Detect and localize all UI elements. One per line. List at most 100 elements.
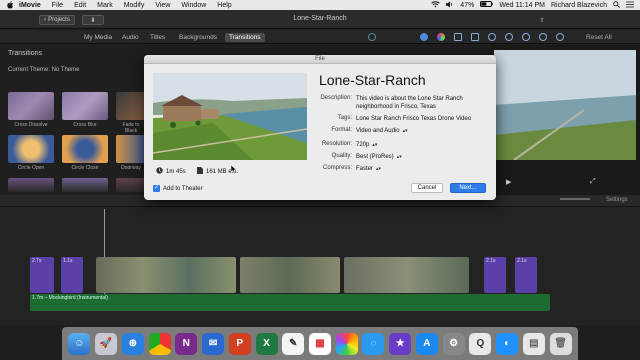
color-correction-icon[interactable] (437, 33, 445, 41)
speed-icon[interactable] (522, 33, 530, 41)
document-icon[interactable]: ▤ (522, 332, 545, 355)
transition-thumb[interactable] (116, 178, 146, 192)
tags-field[interactable]: Lone Star Ranch Frisco Texas Drone Video (356, 115, 494, 123)
noise-reduction-icon[interactable] (505, 33, 513, 41)
next-button[interactable]: Next... (450, 183, 486, 193)
launchpad-icon[interactable]: 🚀 (95, 332, 118, 355)
battery-icon[interactable] (480, 1, 494, 9)
format-select[interactable]: Video and Audio ▴▾ (356, 127, 494, 135)
info-icon[interactable] (556, 33, 564, 41)
transition-thumb[interactable] (62, 135, 108, 163)
photos-icon[interactable] (335, 332, 358, 355)
menu-help[interactable]: Help (217, 2, 231, 9)
resolution-select[interactable]: 720p ▴▾ (356, 141, 494, 149)
transition-thumb[interactable] (116, 92, 146, 120)
title-clip[interactable]: 2.1s (484, 257, 506, 293)
transition-thumb[interactable] (8, 178, 54, 192)
format-value: Video and Audio (356, 128, 400, 134)
messages-icon[interactable]: ◌ (362, 332, 385, 355)
viewer-frame (494, 50, 636, 160)
mouse-cursor-icon (231, 165, 237, 173)
audio-label: 1.7m – Mockingbird (Instrumental) (32, 295, 108, 301)
add-to-theater-checkbox[interactable]: ✓ Add to Theater (153, 185, 203, 192)
magic-wand-icon[interactable] (368, 33, 376, 41)
title-clip[interactable]: 2.1s (515, 257, 537, 293)
preview-image (153, 73, 307, 160)
share-file-dialog: File Lone-Star-Ranch Description: This v… (144, 55, 496, 200)
transition-thumb[interactable] (62, 92, 108, 120)
cancel-button[interactable]: Cancel (411, 183, 443, 193)
play-icon[interactable]: ▶ (506, 178, 511, 186)
volume-adjust-icon[interactable] (488, 33, 496, 41)
trash-icon[interactable]: 🗑 (549, 332, 572, 355)
quality-select[interactable]: Best (ProRes) ▴▾ (356, 153, 494, 161)
share-icon[interactable]: ⇪ (536, 15, 548, 25)
menu-modify[interactable]: Modify (124, 2, 145, 9)
finder-icon[interactable]: ☺ (68, 332, 91, 355)
onenote-icon[interactable]: N (175, 332, 198, 355)
video-clip[interactable] (240, 257, 340, 293)
safari-icon[interactable]: ⊕ (121, 332, 144, 355)
stabilization-icon[interactable] (471, 33, 479, 41)
fullscreen-icon[interactable]: ⤢ (590, 178, 596, 186)
filter-icon[interactable] (539, 33, 547, 41)
duration-text: 1m 45s (166, 168, 186, 175)
zoom-slider[interactable] (560, 198, 590, 200)
format-label: Format: (331, 127, 352, 133)
transition-thumb[interactable] (116, 135, 146, 163)
powerpoint-icon[interactable]: P (228, 332, 251, 355)
chevron-updown-icon: ▴▾ (376, 166, 382, 172)
clock[interactable]: Wed 11:14 PM (499, 2, 545, 9)
compress-select[interactable]: Faster ▴▾ (356, 165, 494, 173)
user-name[interactable]: Richard Blazevich (551, 2, 607, 9)
imovie-icon[interactable]: ★ (389, 332, 412, 355)
chevron-updown-icon: ▴▾ (402, 128, 408, 134)
menu-view[interactable]: View (155, 2, 170, 9)
transition-thumb[interactable] (8, 135, 54, 163)
settings-button[interactable]: Settings (606, 197, 628, 203)
title-clip[interactable]: 2.7s (30, 257, 54, 293)
resolution-label: Resolution: (321, 141, 352, 147)
tab-transitions[interactable]: Transitions (225, 33, 265, 42)
reset-all-button[interactable]: Reset All (582, 33, 616, 42)
calendar-icon[interactable]: ▦ (308, 332, 331, 355)
audio-track[interactable] (30, 294, 550, 311)
wifi-icon[interactable] (431, 0, 440, 10)
menu-edit[interactable]: Edit (74, 2, 86, 9)
excel-icon[interactable]: X (255, 332, 278, 355)
tab-audio[interactable]: Audio (118, 33, 143, 42)
format-row: Format: Video and Audio ▴▾ (294, 127, 494, 135)
transition-thumb[interactable] (62, 178, 108, 192)
crop-icon[interactable] (454, 33, 462, 41)
transition-thumb[interactable] (8, 92, 54, 120)
title-clip[interactable]: 1.1s (61, 257, 83, 293)
tab-backgrounds[interactable]: Backgrounds (175, 33, 221, 42)
app-store-icon[interactable]: A (415, 332, 438, 355)
menu-window[interactable]: Window (181, 2, 206, 9)
menu-file[interactable]: File (52, 2, 63, 9)
menu-list-icon[interactable] (626, 1, 634, 10)
menu-mark[interactable]: Mark (97, 2, 113, 9)
menu-bar: iMovie File Edit Mark Modify View Window… (0, 0, 640, 10)
apple-icon[interactable] (7, 1, 15, 9)
tab-my-media[interactable]: My Media (80, 33, 116, 42)
color-balance-icon[interactable] (420, 33, 428, 41)
zoom-app-icon[interactable]: ◐ (496, 332, 519, 355)
search-icon[interactable] (613, 0, 620, 10)
chrome-icon[interactable] (148, 332, 171, 355)
menu-app[interactable]: iMovie (19, 2, 41, 9)
tab-titles[interactable]: Titles (146, 33, 169, 42)
video-clip[interactable] (96, 257, 236, 293)
volume-icon[interactable] (446, 1, 454, 10)
outlook-icon[interactable]: ✉ (202, 332, 225, 355)
compress-label: Compress: (322, 165, 352, 171)
movie-title[interactable]: Lone-Star-Ranch (319, 72, 426, 88)
video-preview (153, 73, 307, 160)
quicktime-icon[interactable]: Q (469, 332, 492, 355)
textedit-icon[interactable]: ✎ (282, 332, 305, 355)
resolution-row: Resolution: 720p ▴▾ (294, 141, 494, 149)
video-clip[interactable] (344, 257, 469, 293)
description-field[interactable]: This video is about the Lone Star Ranch … (356, 95, 494, 111)
system-preferences-icon[interactable]: ⚙ (442, 332, 465, 355)
transition-label: Doorway (121, 165, 141, 171)
